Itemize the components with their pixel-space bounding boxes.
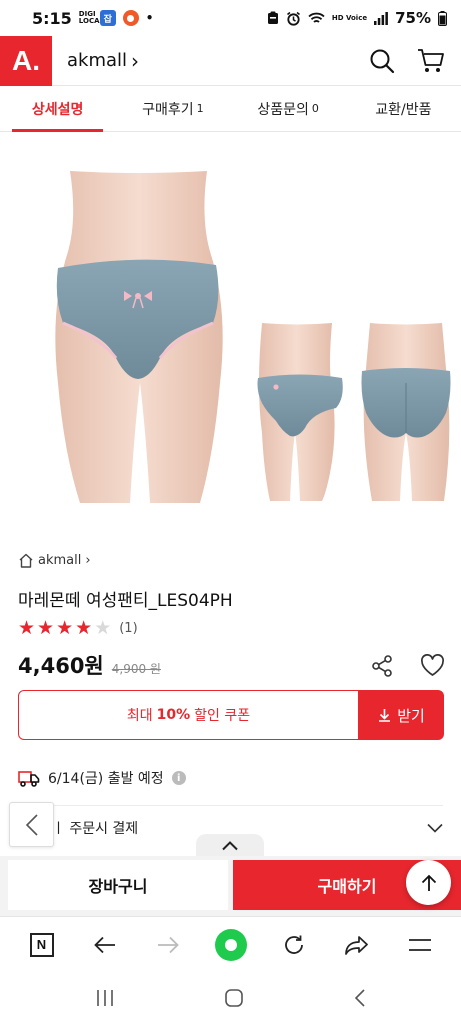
browser-refresh-button[interactable] — [274, 925, 314, 965]
alarm-icon — [286, 11, 300, 26]
product-image[interactable] — [0, 133, 461, 533]
shipping-info: 6/14(금) 출발 예정 i — [18, 768, 186, 788]
seller-name: akmall — [38, 553, 82, 568]
original-price: 4,900 원 — [111, 662, 161, 676]
rating-row[interactable]: ★ ★ ★ ★ ★ (1) — [18, 619, 138, 638]
notification-app-icon — [122, 10, 139, 26]
coupon-banner[interactable]: 최대 10% 할인 쿠폰 — [18, 690, 359, 740]
chevron-up-icon — [222, 841, 238, 851]
purchase-bar: 장바구니 구매하기 — [0, 856, 461, 916]
naver-n-icon: N — [29, 932, 54, 957]
home-icon[interactable] — [224, 988, 244, 1008]
coupon-download-label: 받기 — [397, 706, 425, 725]
product-tabs: 상세설명 구매후기 1 상품문의 0 교환/반품 — [0, 86, 461, 132]
download-icon — [379, 709, 391, 722]
arrow-right-icon — [157, 936, 179, 953]
arrow-left-icon — [93, 936, 115, 953]
clipboard-icon — [267, 11, 278, 24]
tab-details-label: 상세설명 — [31, 101, 84, 118]
akmall-logo[interactable]: A. — [0, 35, 52, 86]
job-app-icon: 잡 — [99, 10, 116, 26]
star-icon: ★ — [37, 617, 55, 639]
app-header: A. akmall › — [0, 35, 461, 86]
coupon-prefix: 최대 — [126, 708, 153, 724]
share-icon[interactable] — [370, 654, 394, 678]
bottom-sheet-handle[interactable] — [196, 834, 264, 858]
hamburger-menu-icon — [408, 938, 431, 951]
brand-home-link[interactable]: akmall › — [67, 49, 139, 73]
coupon-suffix: 할인 쿠폰 — [194, 708, 251, 724]
tab-reviews-count: 1 — [196, 102, 204, 115]
scroll-top-button[interactable] — [406, 860, 451, 905]
tab-reviews-label: 구매후기 — [142, 101, 194, 118]
star-icon: ★ — [56, 617, 74, 639]
info-icon[interactable]: i — [171, 771, 186, 785]
add-to-cart-button[interactable]: 장바구니 — [8, 860, 228, 910]
coupon-percent: 10% — [156, 707, 191, 723]
coupon-download-button[interactable]: 받기 — [359, 690, 444, 740]
cart-icon[interactable] — [417, 48, 445, 74]
browser-forward-button[interactable] — [148, 925, 188, 965]
product-actions — [370, 654, 445, 678]
star-icon: ★ — [18, 617, 36, 639]
brand-arrow-icon: › — [131, 48, 140, 73]
refresh-icon — [284, 935, 303, 954]
brand-name: akmall — [67, 50, 128, 71]
status-time: 5:15 — [32, 8, 72, 28]
wifi-icon — [308, 12, 325, 23]
product-photo-illustration — [55, 171, 451, 503]
tab-exchange-return[interactable]: 교환/반품 — [346, 86, 461, 131]
arrow-up-icon — [421, 874, 436, 891]
heart-icon[interactable] — [420, 654, 445, 677]
chevron-down-icon — [427, 823, 443, 833]
status-bar: 5:15 DIGI LOCA 잡 • HD Voice 75% — [0, 0, 461, 36]
search-icon[interactable] — [369, 48, 395, 74]
signal-icon — [374, 11, 388, 25]
delivery-truck-icon — [18, 770, 40, 787]
battery-percent: 75% — [395, 9, 431, 27]
star-empty-icon: ★ — [94, 617, 112, 639]
tab-qna-count: 0 — [311, 102, 319, 115]
back-icon[interactable] — [353, 988, 367, 1008]
browser-menu-button[interactable] — [400, 925, 440, 965]
hd-voice-icon: HD Voice — [331, 13, 368, 22]
tab-exchange-label: 교환/반품 — [375, 101, 432, 118]
android-navigation-bar — [0, 972, 461, 1024]
store-home-icon — [19, 553, 33, 568]
seller-arrow-icon: › — [85, 553, 91, 568]
tab-details[interactable]: 상세설명 — [0, 86, 115, 132]
browser-back-button[interactable] — [85, 925, 125, 965]
divider — [18, 805, 443, 806]
browser-share-button[interactable] — [337, 925, 377, 965]
shipping-date: 6/14(금) 출발 예정 — [48, 771, 164, 787]
browser-toolbar: N — [0, 916, 461, 972]
seller-link[interactable]: akmall › — [18, 553, 91, 568]
tab-qna-label: 상품문의 — [257, 101, 309, 118]
chevron-left-icon — [25, 813, 38, 836]
digi-loca-icon: DIGI LOCA — [78, 10, 100, 25]
rating-count: (1) — [119, 621, 138, 636]
tab-reviews[interactable]: 구매후기 1 — [115, 86, 230, 131]
star-icon: ★ — [75, 617, 93, 639]
share-arrow-icon — [344, 935, 368, 955]
price-row: 4,460원 4,900 원 — [18, 650, 161, 680]
more-notifications-dot: • — [145, 11, 154, 25]
payment-text: ㅣ 주문시 결제 — [52, 821, 139, 837]
naver-home-button[interactable]: N — [22, 925, 62, 965]
floating-back-button[interactable] — [9, 802, 54, 847]
green-dot-button[interactable] — [211, 925, 251, 965]
product-title: 마레몬떼 여성팬티_LES04PH — [18, 591, 233, 611]
recent-apps-icon[interactable] — [95, 989, 115, 1007]
tab-qna[interactable]: 상품문의 0 — [231, 86, 346, 131]
sale-price: 4,460원 — [18, 654, 104, 678]
battery-icon — [438, 10, 447, 26]
green-dot-icon — [214, 928, 247, 961]
